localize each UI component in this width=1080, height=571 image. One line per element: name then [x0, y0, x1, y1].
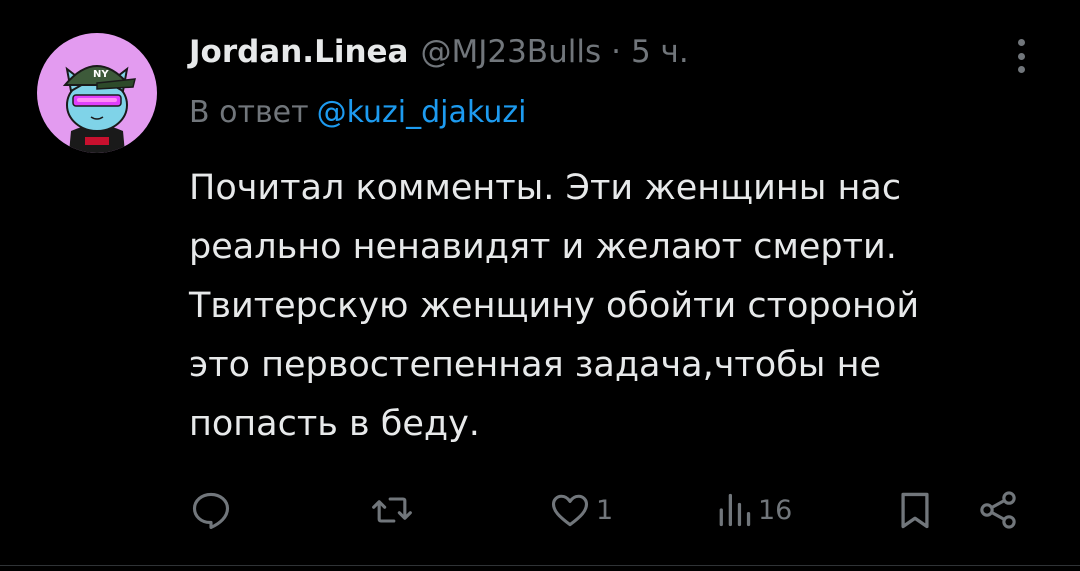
- heart-icon: [551, 494, 589, 527]
- tweet-text-line: это первостепенная задача,чтобы не: [189, 345, 881, 385]
- divider: [0, 565, 1080, 566]
- tweet-header: Jordan.Linea @MJ23Bulls · 5 ч.: [189, 30, 689, 74]
- avatar-cat-icon: NY: [62, 65, 136, 153]
- reply-button[interactable]: [189, 480, 233, 540]
- reply-context: В ответ @kuzi_djakuzi: [189, 95, 526, 130]
- like-count: 1: [596, 494, 614, 526]
- more-options-icon[interactable]: [1006, 36, 1036, 76]
- tweet-text: Почитал комменты. Эти женщины нас реальн…: [189, 159, 1049, 454]
- bookmark-icon: [901, 492, 929, 529]
- bookmark-button[interactable]: [893, 480, 937, 540]
- retweet-icon: [372, 497, 412, 523]
- action-bar: 1 16: [0, 480, 1080, 540]
- tweet-text-line: Твитерскую женщину обойти стороной: [189, 286, 920, 326]
- like-button[interactable]: 1: [548, 480, 613, 540]
- tweet-text-line: реально ненавидят и желают смерти.: [189, 227, 897, 267]
- tweet-card[interactable]: NY Jordan.Linea @MJ23Bulls · 5 ч. В отве…: [0, 0, 1080, 571]
- views-icon: [719, 493, 751, 527]
- views-button[interactable]: 16: [714, 480, 792, 540]
- display-name[interactable]: Jordan.Linea: [189, 34, 408, 70]
- tweet-text-line: Почитал комменты. Эти женщины нас: [189, 168, 902, 208]
- tweet-text-line: попасть в беду.: [189, 404, 480, 444]
- tweet-timestamp[interactable]: 5 ч.: [631, 34, 689, 70]
- user-handle[interactable]: @MJ23Bulls: [420, 34, 601, 70]
- separator-dot: ·: [611, 34, 621, 70]
- share-button[interactable]: [976, 480, 1020, 540]
- views-count: 16: [758, 494, 793, 526]
- avatar[interactable]: NY: [37, 33, 157, 153]
- reply-handle-link[interactable]: @kuzi_djakuzi: [317, 95, 527, 130]
- retweet-button[interactable]: [370, 480, 414, 540]
- reply-prefix: В ответ: [189, 95, 309, 130]
- share-icon: [980, 491, 1016, 529]
- svg-text:NY: NY: [93, 69, 109, 80]
- comment-icon: [192, 492, 230, 529]
